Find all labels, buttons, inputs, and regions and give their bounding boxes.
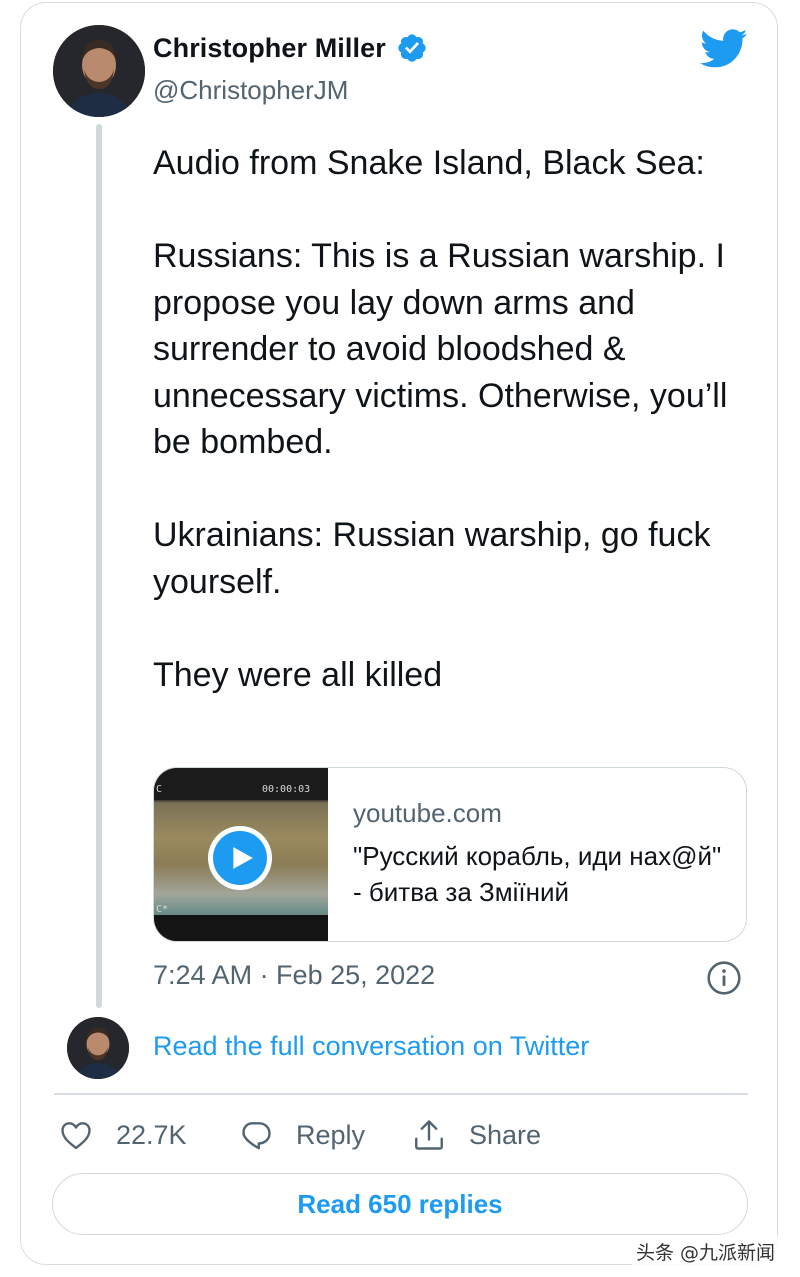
- heart-icon: [61, 1122, 91, 1150]
- author-handle[interactable]: @ChristopherJM: [153, 75, 348, 106]
- play-button[interactable]: [208, 826, 272, 890]
- info-icon[interactable]: [706, 960, 742, 996]
- verified-badge-icon: [398, 34, 426, 62]
- watermark: 头条 @九派新闻: [632, 1236, 780, 1267]
- avatar-photo-icon: [53, 25, 145, 117]
- divider: [54, 1093, 748, 1095]
- link-title: "Русский корабль, иди нах@й" - битва за …: [353, 841, 722, 907]
- tweet-paragraph: Ukrainians: Russian warship, go fuck you…: [153, 516, 711, 601]
- link-domain: youtube.com: [353, 798, 502, 828]
- author-header: Christopher Miller: [153, 32, 428, 64]
- share-upload-icon: [415, 1120, 443, 1150]
- thread-connector: [96, 124, 102, 1008]
- tweet-paragraph: Russians: This is a Russian warship. I p…: [153, 237, 728, 461]
- tweet-timestamp[interactable]: 7:24 AM · Feb 25, 2022: [153, 960, 435, 991]
- reply-button[interactable]: Reply: [238, 1117, 411, 1153]
- play-icon: [233, 847, 253, 869]
- author-avatar[interactable]: [53, 25, 145, 117]
- read-conversation-link[interactable]: Read the full conversation on Twitter: [153, 1031, 589, 1062]
- author-avatar-small[interactable]: [67, 1017, 129, 1079]
- video-thumbnail[interactable]: C 00:00:03 C*: [154, 768, 328, 941]
- share-label: Share: [469, 1119, 542, 1150]
- avatar-photo-icon: [67, 1017, 129, 1079]
- tweet-actions: 22.7K Reply Share: [58, 1112, 571, 1158]
- author-name[interactable]: Christopher Miller: [153, 33, 386, 64]
- tweet-body: Audio from Snake Island, Black Sea: Russ…: [153, 140, 753, 698]
- reply-label: Reply: [296, 1119, 366, 1150]
- thumbnail-corner-label: C: [156, 784, 163, 795]
- twitter-bird-icon[interactable]: [700, 28, 748, 70]
- thumbnail-timecode: 00:00:03: [262, 784, 311, 795]
- reply-bubble-icon: [242, 1122, 271, 1150]
- tweet-paragraph: Audio from Snake Island, Black Sea:: [153, 144, 705, 182]
- share-button[interactable]: Share: [411, 1117, 571, 1153]
- like-button[interactable]: 22.7K: [58, 1117, 238, 1153]
- read-replies-button[interactable]: Read 650 replies: [52, 1173, 748, 1235]
- thumbnail-corner-label: C*: [156, 904, 169, 915]
- tweet-paragraph: They were all killed: [153, 655, 443, 694]
- thumbnail-bottom-bar: [154, 915, 328, 941]
- like-count: 22.7K: [116, 1119, 187, 1150]
- play-circle: [213, 831, 267, 885]
- youtube-link-card[interactable]: C 00:00:03 C* youtube.com "Русский кораб…: [153, 767, 747, 942]
